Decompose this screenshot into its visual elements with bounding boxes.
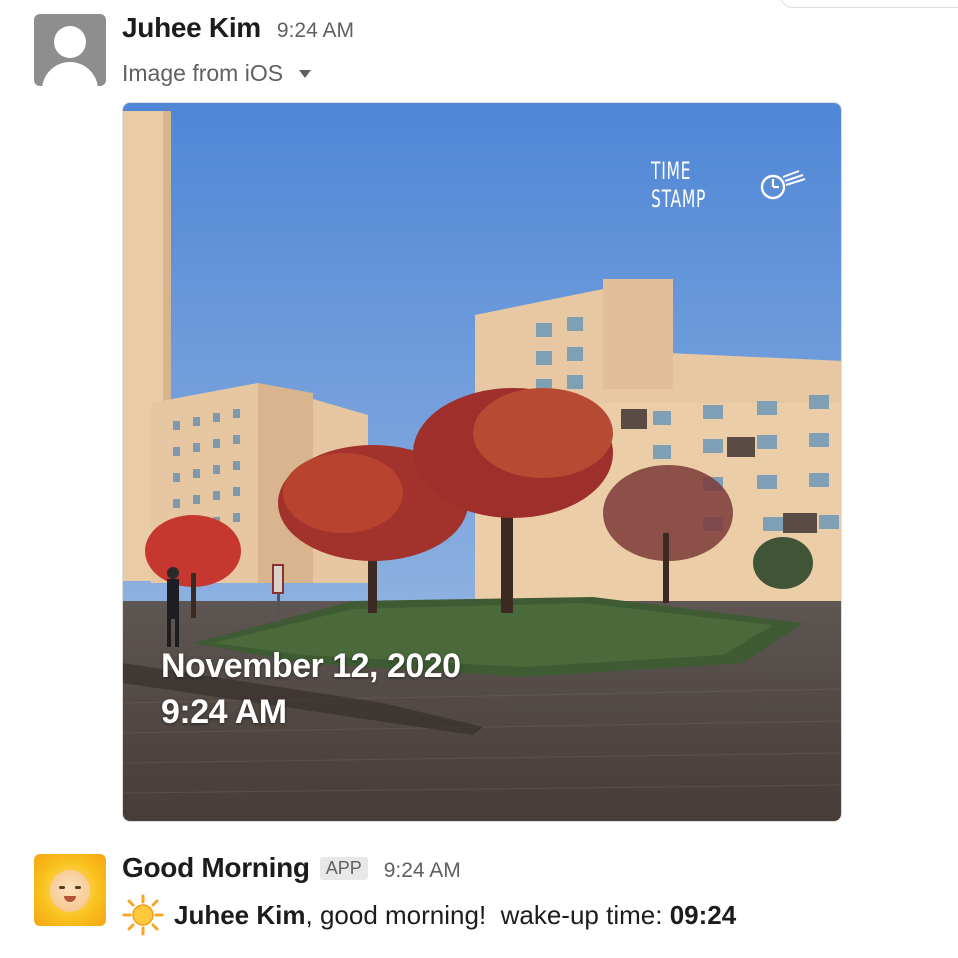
- message-header: Good Morning APP 9:24 AM: [122, 852, 461, 888]
- timestamp[interactable]: 9:24 AM: [277, 19, 354, 43]
- photo-date-stamp: November 12, 2020: [161, 647, 461, 685]
- timestamp-logo: TIME STAMP: [651, 157, 807, 213]
- app-badge: APP: [319, 857, 368, 880]
- message-header: Juhee Kim 9:24 AM: [122, 12, 354, 48]
- file-title-row[interactable]: Image from iOS: [122, 60, 312, 87]
- photo-time-stamp: 9:24 AM: [161, 693, 287, 731]
- message-text: , good morning! wake-up time:: [305, 899, 670, 930]
- app-avatar-icon[interactable]: [34, 854, 106, 926]
- user-mention[interactable]: Juhee Kim: [174, 900, 306, 931]
- file-title: Image from iOS: [122, 60, 284, 86]
- timestamp[interactable]: 9:24 AM: [384, 859, 461, 883]
- caret-down-icon[interactable]: [299, 69, 312, 78]
- image-attachment[interactable]: TIME STAMP November 12, 2020 9:24 AM: [122, 102, 842, 822]
- wake-up-time: 09:24: [669, 899, 737, 930]
- author-name[interactable]: Juhee Kim: [122, 12, 261, 44]
- clock-icon: [760, 170, 806, 200]
- user-avatar-icon[interactable]: [34, 14, 106, 86]
- sun-emoji-icon: [122, 894, 164, 936]
- top-search-pill[interactable]: [780, 0, 958, 8]
- author-name[interactable]: Good Morning: [122, 852, 310, 884]
- timestamp-logo-text: TIME STAMP: [651, 157, 707, 213]
- message-body: Juhee Kim , good morning! wake-up time: …: [122, 894, 736, 936]
